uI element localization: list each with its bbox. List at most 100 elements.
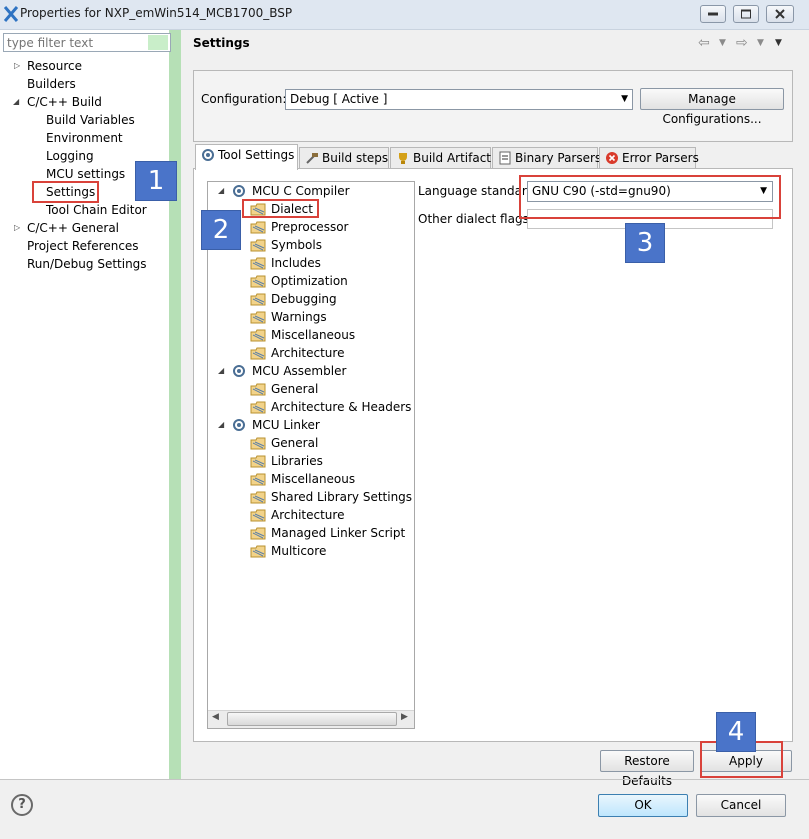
collapse-arrow-icon[interactable]: ◢ <box>218 182 224 200</box>
tree-item-includes[interactable]: Includes <box>271 254 321 272</box>
scrollbar-thumb[interactable] <box>227 712 397 726</box>
filter-input[interactable] <box>3 33 171 52</box>
tool-icon <box>233 185 245 197</box>
tree-item-multicore[interactable]: Multicore <box>271 542 326 560</box>
manage-configurations-button[interactable]: Manage Configurations... <box>640 88 784 126</box>
nav-item-project-references[interactable]: Project References <box>27 237 139 255</box>
folder-icon <box>250 347 266 360</box>
step-badge-2: 2 <box>201 210 241 250</box>
tree-item-mcu-c-compiler[interactable]: MCU C Compiler <box>252 182 350 200</box>
page-title: Settings <box>193 36 250 50</box>
configuration-select[interactable]: Debug [ Active ] ▼ <box>285 89 633 110</box>
minimize-button[interactable] <box>700 5 726 23</box>
tree-item-warnings[interactable]: Warnings <box>271 308 327 326</box>
tab-label: Error Parsers <box>622 151 699 165</box>
app-icon <box>4 6 18 22</box>
binary-file-icon <box>499 151 511 165</box>
step-badge-1: 1 <box>135 161 177 201</box>
collapse-arrow-icon[interactable]: ◢ <box>218 362 224 380</box>
tree-item-symbols[interactable]: Symbols <box>271 236 322 254</box>
highlight-settings <box>32 181 99 203</box>
tree-item-shared-library-settings[interactable]: Shared Library Settings <box>271 488 412 506</box>
collapse-arrow-icon[interactable]: ◢ <box>13 93 19 111</box>
close-button[interactable] <box>766 5 794 23</box>
nav-item-resource[interactable]: Resource <box>27 57 82 75</box>
folder-icon <box>250 437 266 450</box>
expand-arrow-icon[interactable]: ▷ <box>14 219 20 237</box>
folder-icon <box>250 527 266 540</box>
tab-binary-parsers[interactable]: Binary Parsers <box>492 147 602 169</box>
tab-error-parsers[interactable]: Error Parsers <box>599 147 699 169</box>
folder-icon <box>250 401 266 414</box>
chevron-down-icon: ▼ <box>621 94 628 104</box>
tree-item-general[interactable]: General <box>271 380 318 398</box>
nav-item-build-variables[interactable]: Build Variables <box>46 111 135 129</box>
back-dropdown-icon[interactable]: ▼ <box>719 38 726 48</box>
folder-icon <box>250 383 266 396</box>
back-arrow-icon[interactable]: ⇦ <box>698 35 710 51</box>
folder-icon <box>250 221 266 234</box>
trophy-icon <box>399 153 407 164</box>
folder-icon <box>250 509 266 522</box>
nav-item-logging[interactable]: Logging <box>46 147 94 165</box>
tab-tool-settings[interactable]: Tool Settings <box>195 144 298 170</box>
tree-item-debugging[interactable]: Debugging <box>271 290 337 308</box>
cancel-button[interactable]: Cancel <box>696 794 786 817</box>
filter-clear-icon[interactable] <box>148 35 168 50</box>
configuration-value: Debug [ Active ] <box>290 92 388 106</box>
tab-build-steps[interactable]: Build steps <box>299 147 389 169</box>
tab-label: Build steps <box>322 151 389 165</box>
tab-build-artifact[interactable]: Build Artifact <box>390 147 491 169</box>
nav-item-tool-chain-editor[interactable]: Tool Chain Editor <box>46 201 147 219</box>
nav-panel-edge <box>169 30 181 779</box>
tree-item-miscellaneous[interactable]: Miscellaneous <box>271 326 355 344</box>
collapse-arrow-icon[interactable]: ◢ <box>218 416 224 434</box>
tool-icon <box>233 419 245 431</box>
nav-item-environment[interactable]: Environment <box>46 129 123 147</box>
tree-item-architecture[interactable]: Architecture <box>271 344 344 362</box>
configuration-label: Configuration: <box>201 92 287 106</box>
folder-icon <box>250 329 266 342</box>
tab-label: Build Artifact <box>413 151 491 165</box>
tree-item-managed-linker-script[interactable]: Managed Linker Script <box>271 524 405 542</box>
close-icon <box>775 9 785 19</box>
folder-icon <box>250 545 266 558</box>
nav-item-run-debug-settings[interactable]: Run/Debug Settings <box>27 255 147 273</box>
scroll-right-icon[interactable]: ▶ <box>401 712 408 722</box>
nav-item-builders[interactable]: Builders <box>27 75 76 93</box>
tree-item-mcu-linker[interactable]: MCU Linker <box>252 416 320 434</box>
view-menu-icon[interactable]: ▼ <box>775 38 782 48</box>
folder-icon <box>250 311 266 324</box>
gear-icon <box>202 149 214 161</box>
tree-item-mcu-assembler[interactable]: MCU Assembler <box>252 362 346 380</box>
folder-icon <box>250 257 266 270</box>
footer-divider <box>0 779 809 780</box>
tree-item-preprocessor[interactable]: Preprocessor <box>271 218 348 236</box>
other-dialect-flags-label: Other dialect flags <box>418 212 529 226</box>
tool-icon <box>233 365 245 377</box>
help-icon[interactable]: ? <box>11 794 33 816</box>
restore-defaults-button[interactable]: Restore Defaults <box>600 750 694 788</box>
forward-arrow-icon[interactable]: ⇨ <box>736 35 748 51</box>
nav-item-cpp-build[interactable]: C/C++ Build <box>27 93 102 111</box>
tree-item-general[interactable]: General <box>271 434 318 452</box>
folder-icon <box>250 473 266 486</box>
folder-icon <box>250 455 266 468</box>
tab-label: Tool Settings <box>218 148 295 162</box>
tree-item-optimization[interactable]: Optimization <box>271 272 348 290</box>
hammer-icon <box>306 153 318 164</box>
tree-item-miscellaneous[interactable]: Miscellaneous <box>271 470 355 488</box>
forward-dropdown-icon[interactable]: ▼ <box>757 38 764 48</box>
tree-item-architecture[interactable]: Architecture <box>271 506 344 524</box>
scroll-left-icon[interactable]: ◀ <box>212 712 219 722</box>
ok-button[interactable]: OK <box>598 794 688 817</box>
nav-item-cpp-general[interactable]: C/C++ General <box>27 219 119 237</box>
tree-item-architecture-headers[interactable]: Architecture & Headers <box>271 398 411 416</box>
folder-icon <box>250 275 266 288</box>
tree-item-libraries[interactable]: Libraries <box>271 452 323 470</box>
minimize-icon <box>708 12 718 16</box>
language-standard-label: Language standard <box>418 184 535 198</box>
tab-label: Binary Parsers <box>515 151 602 165</box>
maximize-button[interactable] <box>733 5 759 23</box>
expand-arrow-icon[interactable]: ▷ <box>14 57 20 75</box>
